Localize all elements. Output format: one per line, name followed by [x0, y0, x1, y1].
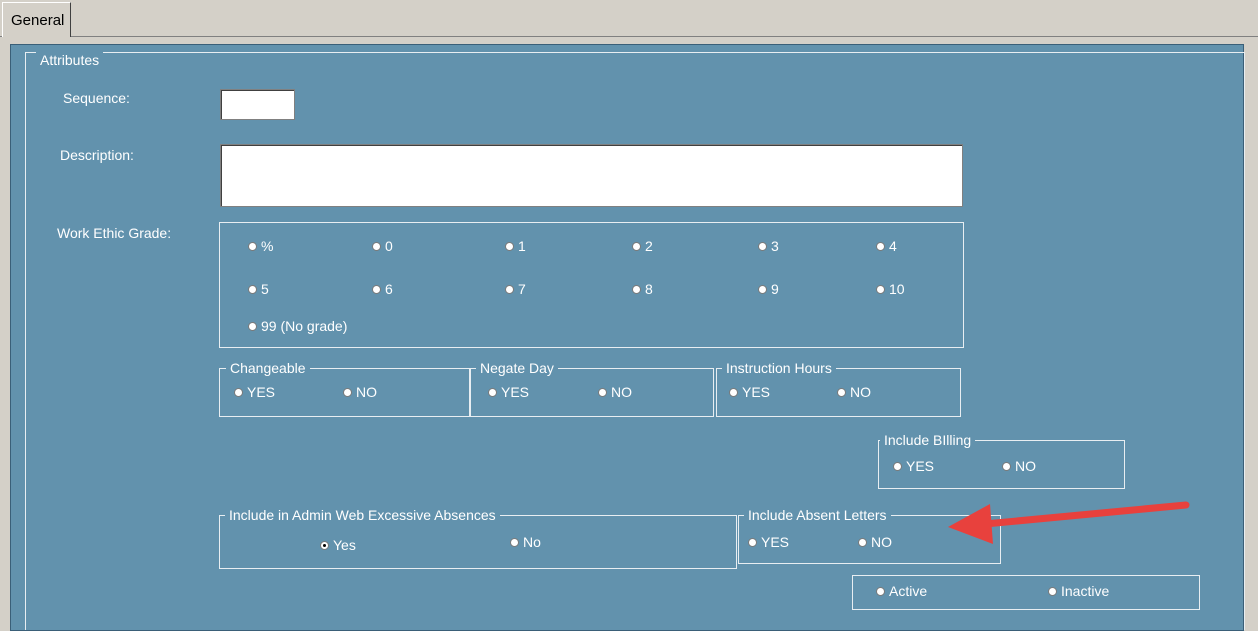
grade-option-99[interactable]: 99 (No grade): [248, 318, 347, 334]
radio-icon: [729, 387, 738, 397]
radio-icon: [876, 586, 885, 596]
changeable-yes-radio[interactable]: YES: [234, 384, 275, 400]
excessive-absences-yes-radio[interactable]: Yes: [320, 537, 356, 553]
radio-icon: [234, 387, 243, 397]
grade-option-9[interactable]: 9: [758, 281, 779, 297]
absent-letters-legend: Include Absent Letters: [744, 507, 891, 523]
radio-icon: [372, 241, 381, 251]
description-label: Description:: [60, 147, 134, 163]
radio-icon: [505, 284, 514, 294]
negate-day-legend: Negate Day: [476, 360, 558, 376]
include-billing-legend: Include BIlling: [880, 432, 976, 448]
radio-selected-icon: [320, 540, 329, 550]
radio-icon: [876, 241, 885, 251]
radio-icon: [510, 537, 519, 547]
radio-icon: [598, 387, 607, 397]
radio-icon: [837, 387, 846, 397]
include-billing-yes-radio[interactable]: YES: [893, 458, 934, 474]
attributes-legend: Attributes: [36, 52, 104, 68]
radio-icon: [758, 284, 767, 294]
radio-icon: [748, 537, 757, 547]
grade-option-5[interactable]: 5: [248, 281, 269, 297]
negate-day-no-radio[interactable]: NO: [598, 384, 632, 400]
grade-option-0[interactable]: 0: [372, 238, 393, 254]
absent-letters-no-radio[interactable]: NO: [858, 534, 892, 550]
grade-option-3[interactable]: 3: [758, 238, 779, 254]
sequence-input[interactable]: [220, 89, 295, 120]
excessive-absences-legend: Include in Admin Web Excessive Absences: [225, 507, 500, 523]
window-edge: [1244, 38, 1258, 629]
radio-icon: [372, 284, 381, 294]
radio-icon: [488, 387, 497, 397]
grade-option-6[interactable]: 6: [372, 281, 393, 297]
excessive-absences-group: [219, 515, 737, 569]
radio-icon: [632, 241, 641, 251]
work-ethic-grade-label: Work Ethic Grade:: [57, 225, 172, 241]
grade-option-1[interactable]: 1: [505, 238, 526, 254]
changeable-no-radio[interactable]: NO: [343, 384, 377, 400]
radio-icon: [1048, 586, 1057, 596]
radio-icon: [876, 284, 885, 294]
radio-icon: [632, 284, 641, 294]
grade-option-4[interactable]: 4: [876, 238, 897, 254]
excessive-absences-no-radio[interactable]: No: [510, 534, 541, 550]
absent-letters-yes-radio[interactable]: YES: [748, 534, 789, 550]
tab-general[interactable]: General: [2, 2, 72, 37]
negate-day-yes-radio[interactable]: YES: [488, 384, 529, 400]
radio-icon: [248, 321, 257, 331]
radio-icon: [248, 241, 257, 251]
radio-icon: [893, 461, 902, 471]
radio-icon: [758, 241, 767, 251]
instruction-hours-no-radio[interactable]: NO: [837, 384, 871, 400]
radio-icon: [1002, 461, 1011, 471]
grade-option-percent[interactable]: %: [248, 238, 273, 254]
active-radio[interactable]: Active: [876, 583, 927, 599]
sequence-label: Sequence:: [63, 90, 130, 106]
radio-icon: [343, 387, 352, 397]
radio-icon: [505, 241, 514, 251]
radio-icon: [858, 537, 867, 547]
tab-strip: General: [0, 0, 1258, 38]
grade-option-10[interactable]: 10: [876, 281, 905, 297]
inactive-radio[interactable]: Inactive: [1048, 583, 1109, 599]
radio-icon: [248, 284, 257, 294]
grade-option-7[interactable]: 7: [505, 281, 526, 297]
changeable-legend: Changeable: [226, 360, 310, 376]
include-billing-no-radio[interactable]: NO: [1002, 458, 1036, 474]
instruction-hours-legend: Instruction Hours: [722, 360, 836, 376]
instruction-hours-yes-radio[interactable]: YES: [729, 384, 770, 400]
grade-option-2[interactable]: 2: [632, 238, 653, 254]
grade-option-8[interactable]: 8: [632, 281, 653, 297]
description-input[interactable]: [220, 144, 963, 207]
